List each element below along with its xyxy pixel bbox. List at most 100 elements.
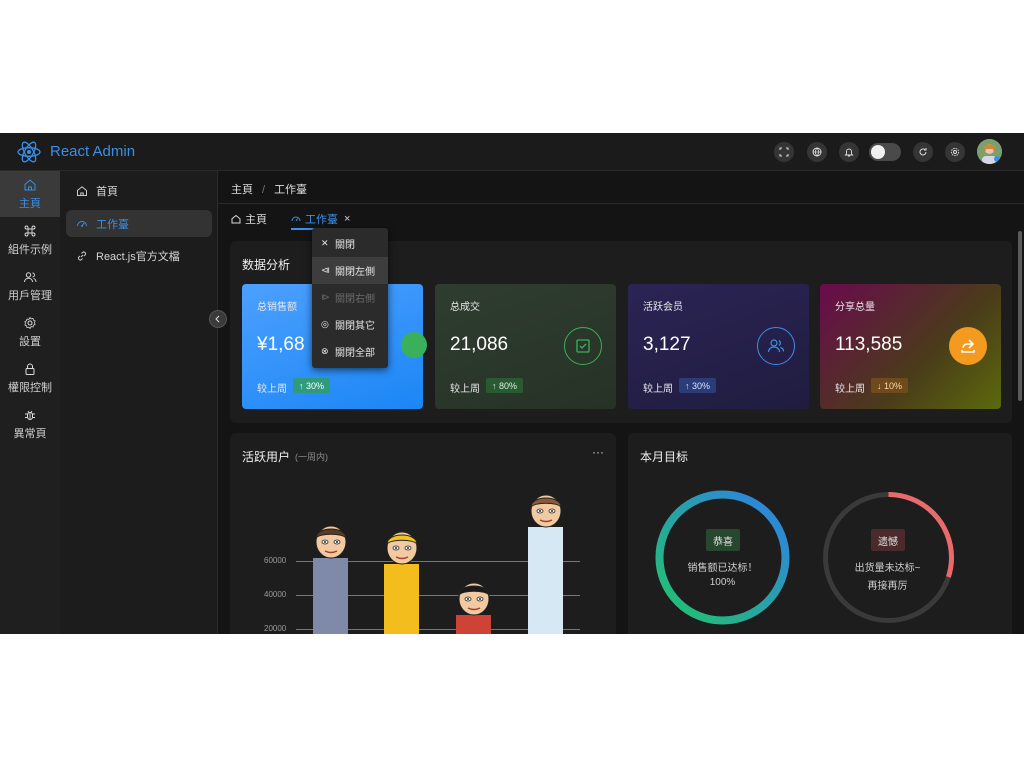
sales-goal-percent: 100% xyxy=(709,577,736,588)
active-users-title: 活跃用户 xyxy=(242,450,291,464)
menu-item-close-others[interactable]: ◎ 關閉其它 xyxy=(312,311,388,338)
shipment-goal-message: 出货量未达标~ xyxy=(854,563,921,574)
bell-icon[interactable] xyxy=(839,142,859,162)
tab-label: 工作臺 xyxy=(305,214,338,226)
y-tick-label: 40000 xyxy=(264,590,287,599)
settings-icon[interactable] xyxy=(945,142,965,162)
more-options-button[interactable]: ··· xyxy=(592,445,604,459)
avatar-marker-icon xyxy=(385,531,418,565)
command-icon xyxy=(24,225,36,236)
y-tick-label: 60000 xyxy=(264,556,287,565)
moon-icon xyxy=(871,145,885,159)
stat-card-deals[interactable]: 总成交 21,086 较上周 ↑ 80% xyxy=(435,284,616,409)
bar[interactable] xyxy=(384,564,419,634)
success-badge: 恭喜 xyxy=(706,529,740,551)
stat-value: ¥1,68 xyxy=(257,334,305,355)
secondary-menu: 首頁 工作臺 React.js官方文檔 xyxy=(60,171,218,634)
bar[interactable] xyxy=(528,527,563,634)
collapse-sidebar-button[interactable] xyxy=(209,310,227,328)
lock-icon xyxy=(25,363,35,375)
top-header: React Admin xyxy=(0,133,1024,171)
submenu-item-label: 首頁 xyxy=(96,185,118,198)
submenu-item-react-docs[interactable]: React.js官方文檔 xyxy=(66,242,212,269)
rail-item-label: 主頁 xyxy=(19,197,41,210)
users-icon xyxy=(24,271,37,282)
breadcrumb: 主頁 / 工作臺 xyxy=(218,171,1024,204)
stat-label: 总成交 xyxy=(450,302,480,313)
regret-badge: 遗憾 xyxy=(871,529,905,551)
home-icon xyxy=(24,178,36,190)
rail-item-components[interactable]: 組件示例 xyxy=(0,217,60,263)
stat-compare: 较上周 xyxy=(257,384,287,395)
stat-value: 3,127 xyxy=(643,334,691,355)
close-all-icon: ⊗ xyxy=(321,346,329,356)
react-logo-icon xyxy=(17,141,41,163)
fullscreen-icon[interactable] xyxy=(774,142,794,162)
stat-compare: 较上周 xyxy=(450,384,480,395)
stat-label: 分享总量 xyxy=(835,302,875,313)
y-tick-label: 20000 xyxy=(264,624,287,633)
menu-item-close-right: ⧐ 關閉右側 xyxy=(321,292,375,305)
stat-change-badge: ↑ 30% xyxy=(293,378,331,393)
tab-bar: 主頁 工作臺 × xyxy=(218,204,1024,230)
close-others-icon: ◎ xyxy=(321,319,329,329)
menu-item-close-left[interactable]: ⧏ 關閉左側 xyxy=(312,257,388,284)
submenu-item-workbench[interactable]: 工作臺 xyxy=(66,210,212,237)
stat-compare: 较上周 xyxy=(643,384,673,395)
primary-nav-rail: 主頁 組件示例 用戶管理 設置 權限控制 異常頁 xyxy=(0,171,60,634)
close-left-icon: ⧏ xyxy=(321,265,330,275)
rail-item-permissions[interactable]: 權限控制 xyxy=(0,355,60,401)
dashboard-icon xyxy=(291,216,301,222)
tab-home[interactable]: 主頁 xyxy=(231,211,267,227)
tab-workbench[interactable]: 工作臺 × xyxy=(291,211,350,227)
bar[interactable] xyxy=(313,557,348,634)
check-square-icon xyxy=(564,327,602,365)
analysis-title: 数据分析 xyxy=(242,258,291,272)
rail-item-errors[interactable]: 異常頁 xyxy=(0,401,60,447)
bar[interactable] xyxy=(456,615,491,634)
avatar-marker-icon xyxy=(457,582,490,616)
home-icon xyxy=(231,214,241,224)
menu-item-close[interactable]: ✕ 關閉 xyxy=(312,230,388,257)
avatar[interactable] xyxy=(977,139,1002,164)
goals-title: 本月目标 xyxy=(640,450,689,464)
language-icon[interactable] xyxy=(807,142,827,162)
close-icon: ✕ xyxy=(321,238,329,248)
rail-item-label: 用戶管理 xyxy=(8,289,52,302)
stat-label: 总销售额 xyxy=(257,302,297,313)
tab-label: 主頁 xyxy=(245,214,267,226)
refresh-icon[interactable] xyxy=(913,142,933,162)
stat-change-badge: ↓ 10% xyxy=(871,378,909,393)
sales-goal-ring xyxy=(655,490,790,625)
stat-card-members[interactable]: 活跃会员 3,127 较上周 ↑ 30% xyxy=(628,284,809,409)
gear-icon xyxy=(24,316,36,329)
breadcrumb-current: 工作臺 xyxy=(274,184,308,196)
shipment-goal-encourage: 再接再厉 xyxy=(867,581,908,592)
brand-title: React Admin xyxy=(50,143,136,160)
stat-card-shares[interactable]: 分享总量 113,585 较上周 ↓ 10% xyxy=(820,284,1001,409)
page-scrollbar[interactable] xyxy=(1018,231,1022,401)
stat-change-badge: ↑ 80% xyxy=(486,378,524,393)
stat-label: 活跃会员 xyxy=(643,302,683,313)
app-window: React Admin 主頁 組件示例 用戶管理 設置 權限控制 異常頁 首頁 … xyxy=(0,133,1024,634)
tab-context-menu: ✕ 關閉 ⧏ 關閉左側 ⧐ 關閉右側 ◎ 關閉其它 ⊗ 關閉全部 xyxy=(312,228,388,368)
dashboard-icon xyxy=(77,220,87,227)
submenu-item-home[interactable]: 首頁 xyxy=(66,177,212,204)
rail-item-home[interactable]: 主頁 xyxy=(0,171,60,217)
chevron-left-icon xyxy=(215,315,220,323)
rail-item-settings[interactable]: 設置 xyxy=(0,309,60,355)
menu-item-close-all[interactable]: ⊗ 關閉全部 xyxy=(312,338,388,365)
theme-toggle[interactable] xyxy=(869,143,901,161)
link-icon xyxy=(78,251,86,260)
share-icon xyxy=(949,327,987,365)
stat-value: 113,585 xyxy=(835,334,903,355)
sales-goal-message: 销售额已达标！ xyxy=(687,563,758,574)
rail-item-label: 異常頁 xyxy=(13,427,47,440)
tab-close-icon[interactable]: × xyxy=(344,213,350,225)
bug-icon xyxy=(25,410,35,420)
rail-item-users[interactable]: 用戶管理 xyxy=(0,263,60,309)
stat-value: 21,086 xyxy=(450,334,509,355)
breadcrumb-root[interactable]: 主頁 xyxy=(231,184,253,196)
sales-icon xyxy=(401,332,427,358)
stat-change-badge: ↑ 30% xyxy=(679,378,717,393)
